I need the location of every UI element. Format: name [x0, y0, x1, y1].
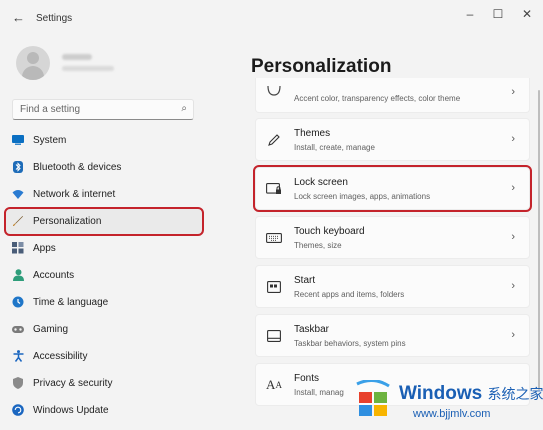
start-icon: [266, 279, 282, 295]
card-subtitle: Lock screen images, apps, animations: [294, 192, 431, 201]
search-box[interactable]: ⌕: [12, 99, 194, 120]
sidebar-item-windows-update[interactable]: Windows Update: [6, 398, 202, 423]
bluetooth-icon: [12, 161, 24, 173]
wifi-icon: [12, 188, 24, 200]
card-title: Fonts: [294, 373, 320, 384]
sidebar-item-label: Time & language: [33, 297, 109, 308]
card-title: Touch keyboard: [294, 226, 365, 237]
watermark-url: www.bjjmlv.com: [413, 408, 491, 420]
watermark: Windows 系统之家 www.bjjmlv.com: [353, 376, 543, 430]
sidebar-item-gaming[interactable]: Gaming: [6, 317, 202, 342]
chevron-right-icon: ›: [511, 86, 515, 98]
keyboard-icon: [266, 230, 282, 246]
apps-icon: [12, 242, 24, 254]
fonts-icon: AA: [266, 377, 282, 392]
card-start[interactable]: Start Recent apps and items, folders ›: [255, 265, 530, 308]
app-title: Settings: [36, 13, 73, 24]
profile-name-blurred: [62, 54, 92, 60]
card-subtitle: Themes, size: [294, 241, 342, 250]
card-themes[interactable]: Themes Install, create, manage ›: [255, 118, 530, 161]
close-button[interactable]: ✕: [517, 7, 537, 21]
chevron-right-icon: ›: [511, 280, 515, 292]
sidebar-item-network[interactable]: Network & internet: [6, 182, 202, 207]
profile-email-blurred: [62, 66, 114, 71]
chevron-right-icon: ›: [511, 231, 515, 243]
user-profile[interactable]: [16, 46, 114, 80]
sidebar-item-label: Windows Update: [33, 405, 109, 416]
card-colors[interactable]: Accent color, transparency effects, colo…: [255, 78, 530, 113]
card-subtitle: Accent color, transparency effects, colo…: [294, 94, 461, 103]
card-title: Themes: [294, 128, 331, 139]
sidebar-item-label: Privacy & security: [33, 378, 113, 389]
page-title: Personalization: [251, 56, 392, 77]
chevron-right-icon: ›: [511, 329, 515, 341]
back-arrow-icon[interactable]: ←: [12, 10, 25, 25]
chevron-right-icon: ›: [511, 133, 515, 145]
card-subtitle: Taskbar behaviors, system pins: [294, 339, 406, 348]
sidebar-item-label: Bluetooth & devices: [33, 162, 122, 173]
windows-logo-icon: [356, 380, 390, 416]
card-subtitle: Install, manag: [294, 388, 344, 397]
pen-icon: [266, 132, 282, 148]
scrollbar[interactable]: [538, 90, 540, 390]
sidebar-item-system[interactable]: System: [6, 128, 202, 153]
update-icon: [12, 404, 24, 416]
shield-icon: [12, 377, 24, 389]
sidebar-item-label: System: [33, 135, 67, 146]
sidebar-item-label: Accounts: [33, 270, 75, 281]
maximize-button[interactable]: ☐: [488, 7, 508, 21]
brush-icon: [12, 215, 24, 227]
sidebar-item-apps[interactable]: Apps: [6, 236, 202, 261]
sidebar-item-privacy-security[interactable]: Privacy & security: [6, 371, 202, 396]
sidebar-item-label: Network & internet: [33, 189, 116, 200]
lock-screen-icon: [266, 181, 282, 197]
sidebar-item-time-language[interactable]: Time & language: [6, 290, 202, 315]
sidebar-item-label: Gaming: [33, 324, 69, 335]
minimize-button[interactable]: –: [460, 7, 480, 21]
card-taskbar[interactable]: Taskbar Taskbar behaviors, system pins ›: [255, 314, 530, 357]
watermark-brand: Windows 系统之家: [399, 383, 543, 404]
gamepad-icon: [12, 323, 24, 335]
palette-icon: [266, 83, 282, 99]
sidebar-item-accounts[interactable]: Accounts: [6, 263, 202, 288]
card-subtitle: Recent apps and items, folders: [294, 290, 405, 299]
sidebar-item-accessibility[interactable]: Accessibility: [6, 344, 202, 369]
search-input[interactable]: [20, 104, 170, 115]
accessibility-icon: [12, 350, 24, 362]
taskbar-icon: [266, 328, 282, 344]
sidebar-item-personalization[interactable]: Personalization: [4, 207, 204, 236]
card-lock-screen[interactable]: Lock screen Lock screen images, apps, an…: [253, 165, 532, 212]
sidebar-item-label: Apps: [33, 243, 56, 254]
monitor-icon: [12, 134, 24, 146]
sidebar-item-bluetooth[interactable]: Bluetooth & devices: [6, 155, 202, 180]
card-title: Lock screen: [294, 177, 348, 188]
person-icon: [12, 269, 24, 281]
card-title: Taskbar: [294, 324, 330, 335]
search-icon[interactable]: ⌕: [181, 103, 187, 114]
card-touch-keyboard[interactable]: Touch keyboard Themes, size ›: [255, 216, 530, 259]
sidebar-item-label: Accessibility: [33, 351, 88, 362]
chevron-right-icon: ›: [511, 182, 515, 194]
card-title: Start: [294, 275, 316, 286]
globe-clock-icon: [12, 296, 24, 308]
card-subtitle: Install, create, manage: [294, 143, 375, 152]
avatar: [16, 46, 50, 80]
title-bar: ← Settings – ☐ ✕: [0, 0, 543, 36]
sidebar-item-label: Personalization: [33, 216, 102, 227]
